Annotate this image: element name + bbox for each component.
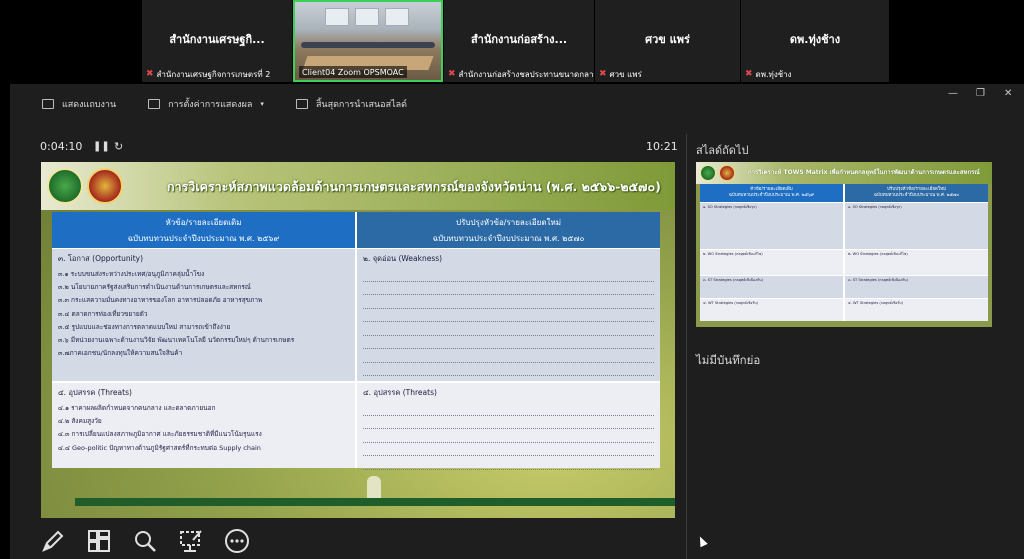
mouse-cursor-icon bbox=[696, 534, 708, 548]
participant-tile[interactable]: ศวข แพร่ ✖ ศวข แพร่ bbox=[595, 0, 740, 82]
threats-cell-original: ๔. อุปสรรค (Threats) ๔.๑ ราคาผลผลิตกำหนด… bbox=[52, 383, 355, 468]
restart-timer-button[interactable]: ↻ bbox=[114, 140, 123, 153]
st-cell: ๓. ST Strategies (กลยุทธ์เชิงป้องกัน) bbox=[845, 276, 988, 298]
threats-heading: ๔. อุปสรรค (Threats) bbox=[58, 388, 132, 397]
participant-tile-active-speaker[interactable]: Client04 Zoom OPSMOAC bbox=[293, 0, 443, 82]
participant-strip: สำนักงานเศรษฐกิ... ✖ สำนักงานเศรษฐกิจการเ… bbox=[0, 0, 1024, 84]
show-taskbar-button[interactable]: แสดงแถบงาน bbox=[42, 97, 116, 111]
participant-name: ดพ.ทุ่งช้าง bbox=[789, 33, 841, 46]
list-item: ๓.๕ รูปแบบและช่องทางการตลาดแบบใหม่ สามาร… bbox=[58, 322, 231, 331]
so-cell: ๑. SO Strategies (กลยุทธ์เชิงรุก) bbox=[845, 203, 988, 249]
list-item: ๓.๔ ตลาดการท่องเที่ยวขยายตัว bbox=[58, 309, 148, 318]
opportunity-heading: ๓. โอกาส (Opportunity) bbox=[58, 254, 144, 263]
current-slide[interactable]: การวิเคราะห์สภาพแวดล้อมด้านการเกษตรและสห… bbox=[41, 162, 675, 518]
weakness-heading: ๒. จุดอ่อน (Weakness) bbox=[363, 254, 443, 263]
participant-label: Client04 Zoom OPSMOAC bbox=[299, 66, 407, 78]
threats-cell-revised: ๔. อุปสรรค (Threats) bbox=[357, 383, 660, 470]
next-slide-title: การวิเคราะห์ TOWS Matrix เพื่อกำหนดกลยุท… bbox=[748, 169, 980, 176]
minimize-button[interactable]: — bbox=[948, 88, 958, 99]
list-item: ๓.๗ภาคเอกชน/นักลงทุนให้ความสนใจสินค้า bbox=[58, 349, 183, 358]
decorative-figure bbox=[367, 476, 381, 500]
list-item: ๔.๔ Geo-politic ปัญหาทางด้านภูมิรัฐศาสตร… bbox=[58, 443, 261, 452]
close-button[interactable]: ✕ bbox=[1004, 88, 1012, 99]
participant-tile[interactable]: ดพ.ทุ่งช้าง ✖ ดพ.ทุ่งช้าง bbox=[741, 0, 889, 82]
slide-title: การวิเคราะห์สภาพแวดล้อมด้านการเกษตรและสห… bbox=[167, 179, 661, 194]
next-slide-preview[interactable]: การวิเคราะห์ TOWS Matrix เพื่อกำหนดกลยุท… bbox=[696, 162, 992, 327]
wt-cell: ๔. WT Strategies (กลยุทธ์เชิงรับ) bbox=[700, 299, 843, 321]
next-slide-label: สไลด์ถัดไป bbox=[696, 144, 749, 157]
presenter-view-window: แสดงแถบงาน การตั้งค่าการแสดงผล ▾ สิ้นสุด… bbox=[10, 84, 1024, 559]
display-settings-icon bbox=[148, 99, 161, 109]
so-cell: ๑. SO Strategies (กลยุทธ์เชิงรุก) bbox=[700, 203, 843, 249]
st-cell: ๓. ST Strategies (กลยุทธ์เชิงป้องกัน) bbox=[700, 276, 843, 298]
table-header-original: หัวข้อ/รายละเอียดเดิม ฉบับทบทวนประจำปีงบ… bbox=[52, 212, 355, 248]
mic-off-icon: ✖ bbox=[448, 69, 456, 79]
pause-timer-button[interactable]: ❚❚ bbox=[93, 141, 110, 152]
presenter-toolbar: แสดงแถบงาน การตั้งค่าการแสดงผล ▾ สิ้นสุด… bbox=[10, 84, 1024, 124]
table-header-revised: ปรับปรุงหัวข้อ/รายละเอียดใหม่ ฉบับทบทวนป… bbox=[357, 212, 660, 248]
list-item: ๓.๑ ระบบขนส่งระหว่างประเทศ/อนุภูมิภาคลุ่… bbox=[58, 270, 205, 278]
chevron-down-icon: ▾ bbox=[260, 100, 264, 108]
participant-label: ✖ สำนักงานเศรษฐกิจการเกษตรที่ 2 bbox=[146, 69, 271, 79]
slide-footer-bar bbox=[75, 498, 675, 506]
wt-cell: ๔. WT Strategies (กลยุทธ์เชิงรับ) bbox=[845, 299, 988, 321]
more-options-icon[interactable] bbox=[224, 528, 250, 554]
see-all-slides-icon[interactable] bbox=[86, 528, 112, 554]
threats-heading: ๔. อุปสรรค (Threats) bbox=[363, 388, 437, 397]
taskbar-icon bbox=[42, 99, 54, 109]
current-time: 10:21 bbox=[646, 140, 678, 153]
zoom-icon[interactable] bbox=[132, 528, 158, 554]
end-slideshow-icon bbox=[295, 99, 308, 109]
list-item: ๔.๑ ราคาผลผลิตกำหนดจากคนกลาง และตลาดภายน… bbox=[58, 404, 216, 412]
panel-divider[interactable] bbox=[686, 134, 687, 559]
table-header-revised: ปรับปรุงหัวข้อ/รายละเอียดใหม่ ฉบับทบทวนป… bbox=[845, 184, 988, 202]
province-seal-logo bbox=[719, 165, 735, 181]
speaker-notes[interactable]: ไม่มีบันทึกย่อ bbox=[696, 352, 760, 370]
pen-icon[interactable] bbox=[40, 528, 66, 554]
list-item: ๓.๓ กระแสความมั่นคงทางอาหารของโลก อาหารป… bbox=[58, 296, 263, 305]
participant-name: สำนักงานก่อสร้าง... bbox=[470, 33, 568, 46]
tows-table: หัวข้อ/รายละเอียดเดิม ฉบับทบทวนประจำปีงบ… bbox=[700, 184, 988, 321]
participant-label: ✖ ดพ.ทุ่งช้าง bbox=[745, 69, 792, 79]
province-seal-logo bbox=[87, 168, 123, 204]
elapsed-timer: 0:04:10 bbox=[40, 140, 83, 153]
wo-cell: ๒. WO Strategies (กลยุทธ์เชิงแก้ไข) bbox=[700, 250, 843, 275]
opportunity-cell: ๓. โอกาส (Opportunity) ๓.๑ ระบบขนส่งระหว… bbox=[52, 249, 355, 381]
wo-cell: ๒. WO Strategies (กลยุทธ์เชิงแก้ไข) bbox=[845, 250, 988, 275]
list-item: ๓.๒ นโยบายภาครัฐส่งเสริมการดำเนินงานด้าน… bbox=[58, 283, 251, 292]
list-item: ๔.๒ สังคมสูงวัย bbox=[58, 417, 102, 426]
weakness-cell: ๒. จุดอ่อน (Weakness) bbox=[357, 249, 660, 381]
ministry-logo bbox=[47, 168, 83, 204]
participant-tile[interactable]: สำนักงานก่อสร้าง... ✖ สำนักงานก่อสร้างชลป… bbox=[444, 0, 594, 82]
participant-label: ✖ สำนักงานก่อสร้างชลประทานขนาดกลา... bbox=[448, 69, 594, 79]
table-header-original: หัวข้อ/รายละเอียดเดิม ฉบับทบทวนประจำปีงบ… bbox=[700, 184, 843, 202]
end-slideshow-button[interactable]: สิ้นสุดการนำเสนอสไลด์ bbox=[295, 97, 407, 111]
participant-name: ศวข แพร่ bbox=[645, 33, 690, 46]
mic-off-icon: ✖ bbox=[146, 69, 154, 79]
ministry-logo bbox=[700, 165, 716, 181]
list-item: ๓.๖ มีหน่วยงานเฉพาะด้านงานวิจัย พัฒนาเทค… bbox=[58, 336, 295, 345]
pointer-icon[interactable] bbox=[178, 528, 204, 554]
swot-table: หัวข้อ/รายละเอียดเดิม ฉบับทบทวนประจำปีงบ… bbox=[52, 212, 660, 470]
participant-tile[interactable]: สำนักงานเศรษฐกิ... ✖ สำนักงานเศรษฐกิจการเ… bbox=[142, 0, 292, 82]
mic-off-icon: ✖ bbox=[745, 69, 753, 79]
participant-name: สำนักงานเศรษฐกิ... bbox=[169, 33, 265, 46]
list-item: ๔.๓ การเปลี่ยนแปลงสภาพภูมิอากาศ และภัยธร… bbox=[58, 430, 262, 439]
restore-button[interactable]: ❐ bbox=[976, 88, 985, 99]
mic-off-icon: ✖ bbox=[599, 69, 607, 79]
participant-label: ✖ ศวข แพร่ bbox=[599, 69, 642, 79]
display-settings-button[interactable]: การตั้งค่าการแสดงผล ▾ bbox=[148, 97, 264, 111]
